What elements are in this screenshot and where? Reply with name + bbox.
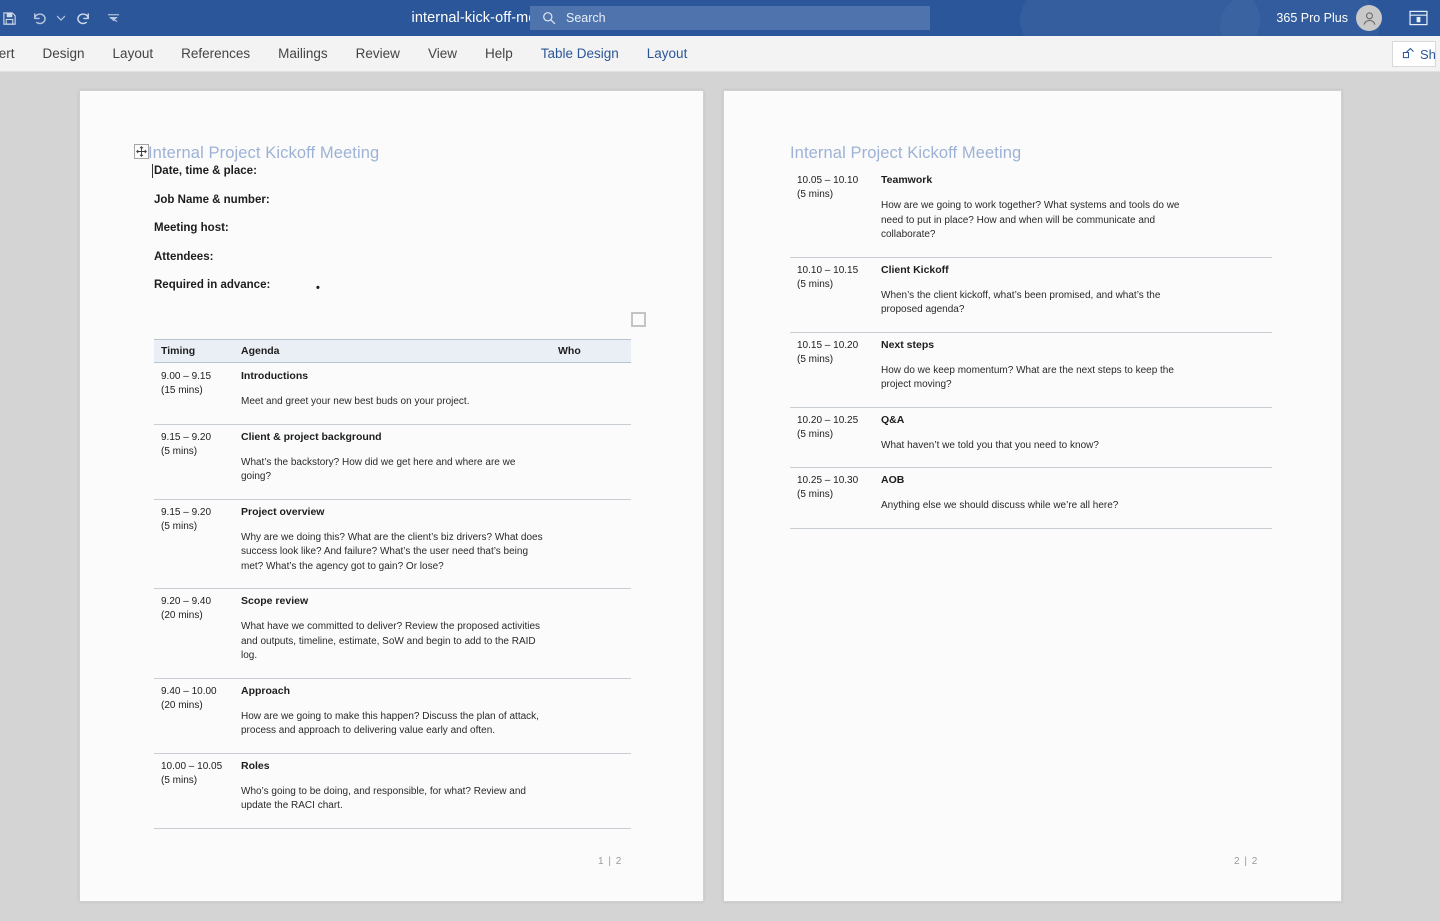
meta-field-meeting-host[interactable]: Meeting host: — [154, 222, 624, 251]
tab-design[interactable]: Design — [29, 36, 99, 72]
tab-review[interactable]: Review — [342, 36, 414, 72]
page-number-footer: 1 | 2 — [598, 856, 623, 867]
cell-agenda[interactable]: Teamwork How are we going to work togeth… — [874, 167, 1195, 258]
agenda-table-page-1[interactable]: Timing Agenda Who 9.00 – 9.15 (15 mins) … — [154, 339, 631, 829]
column-header-timing: Timing — [154, 339, 234, 363]
meeting-meta-fields: Date, time & place: Job Name & number: M… — [152, 164, 624, 308]
table-row[interactable]: 10.20 – 10.25 (5 mins) Q&A What haven’t … — [790, 407, 1272, 468]
cell-timing[interactable]: 10.05 – 10.10 (5 mins) — [790, 167, 874, 258]
column-header-agenda: Agenda — [234, 339, 554, 363]
table-row[interactable]: 10.25 – 10.30 (5 mins) AOB Anything else… — [790, 467, 1272, 529]
table-row[interactable]: 10.15 – 10.20 (5 mins) Next steps How do… — [790, 332, 1272, 408]
cell-agenda[interactable]: Introductions Meet and greet your new be… — [234, 362, 554, 425]
cell-who[interactable] — [1195, 467, 1272, 529]
cell-agenda[interactable]: Client Kickoff When’s the client kickoff… — [874, 257, 1195, 333]
customize-quick-access-icon[interactable] — [98, 4, 128, 32]
document-page-2[interactable]: Internal Project Kickoff Meeting 10.05 –… — [723, 90, 1342, 902]
cell-timing[interactable]: 9.15 – 9.20 (5 mins) — [154, 499, 234, 589]
bullet-marker: • — [316, 282, 320, 294]
table-move-handle-icon[interactable] — [134, 144, 149, 159]
agenda-table-page-2[interactable]: 10.05 – 10.10 (5 mins) Teamwork How are … — [790, 167, 1272, 529]
page-title: Internal Project Kickoff Meeting — [790, 144, 1022, 162]
share-button[interactable]: Share — [1392, 41, 1436, 67]
page-title: Internal Project Kickoff Meeting — [148, 144, 380, 162]
tab-layout[interactable]: Layout — [99, 36, 168, 72]
document-page-1[interactable]: Internal Project Kickoff Meeting Date, t… — [79, 90, 704, 902]
document-workspace[interactable]: Internal Project Kickoff Meeting Date, t… — [0, 72, 1440, 921]
cell-timing[interactable]: 10.10 – 10.15 (5 mins) — [790, 257, 874, 333]
cell-timing[interactable]: 9.15 – 9.20 (5 mins) — [154, 424, 234, 500]
tab-mailings[interactable]: Mailings — [264, 36, 342, 72]
table-row[interactable]: 9.00 – 9.15 (15 mins) Introductions Meet… — [154, 362, 631, 425]
cell-who[interactable] — [1195, 257, 1272, 333]
cell-agenda[interactable]: Project overview Why are we doing this? … — [234, 499, 554, 589]
share-label: Share — [1420, 46, 1436, 62]
ribbon-display-options-icon[interactable] — [1409, 0, 1428, 36]
cell-timing[interactable]: 9.20 – 9.40 (20 mins) — [154, 588, 234, 679]
cell-agenda[interactable]: Q&A What haven’t we told you that you ne… — [874, 407, 1195, 468]
cell-agenda[interactable]: Scope review What have we committed to d… — [234, 588, 554, 679]
cell-who[interactable] — [554, 424, 631, 500]
cell-who[interactable] — [554, 362, 631, 425]
cell-who[interactable] — [554, 678, 631, 754]
account-name: 365 Pro Plus — [1276, 11, 1348, 25]
meta-field-job-name-number[interactable]: Job Name & number: — [154, 194, 624, 223]
search-input[interactable]: Search — [566, 11, 606, 25]
redo-icon[interactable] — [68, 4, 98, 32]
table-row[interactable]: 9.20 – 9.40 (20 mins) Scope review What … — [154, 588, 631, 679]
text-cursor — [152, 164, 153, 178]
account-area[interactable]: 365 Pro Plus — [1276, 0, 1382, 36]
cell-timing[interactable]: 10.00 – 10.05 (5 mins) — [154, 753, 234, 829]
search-icon — [540, 9, 558, 27]
page-number-footer: 2 | 2 — [1234, 856, 1259, 867]
column-header-who: Who — [554, 339, 631, 363]
cell-timing[interactable]: 10.15 – 10.20 (5 mins) — [790, 332, 874, 408]
cell-who[interactable] — [554, 588, 631, 679]
cell-agenda[interactable]: Approach How are we going to make this h… — [234, 678, 554, 754]
cell-agenda[interactable]: Roles Who’s going to be doing, and respo… — [234, 753, 554, 829]
table-row[interactable]: 10.10 – 10.15 (5 mins) Client Kickoff Wh… — [790, 257, 1272, 333]
table-row[interactable]: 9.15 – 9.20 (5 mins) Client & project ba… — [154, 424, 631, 500]
share-icon — [1402, 47, 1415, 62]
quick-access-toolbar — [0, 4, 128, 32]
cell-who[interactable] — [554, 499, 631, 589]
title-bar: internal-kick-off-meeting-agenda (2) - W… — [0, 0, 1440, 36]
cell-who[interactable] — [1195, 167, 1272, 258]
tab-help[interactable]: Help — [471, 36, 527, 72]
cell-agenda[interactable]: Client & project background What’s the b… — [234, 424, 554, 500]
tab-references[interactable]: References — [167, 36, 264, 72]
cell-agenda[interactable]: AOB Anything else we should discuss whil… — [874, 467, 1195, 529]
tab-insert[interactable]: sert — [0, 36, 29, 72]
table-header-row: Timing Agenda Who — [154, 339, 631, 363]
undo-dropdown-icon[interactable] — [54, 4, 68, 32]
table-row[interactable]: 9.40 – 10.00 (20 mins) Approach How are … — [154, 678, 631, 754]
table-resize-handle-icon[interactable] — [631, 312, 646, 327]
cell-who[interactable] — [554, 753, 631, 829]
meta-field-attendees[interactable]: Attendees: — [154, 251, 624, 280]
undo-icon[interactable] — [24, 4, 54, 32]
search-box[interactable]: Search — [530, 6, 930, 30]
cell-who[interactable] — [1195, 407, 1272, 468]
meta-field-date-time-place[interactable]: Date, time & place: — [152, 164, 624, 194]
cell-timing[interactable]: 10.20 – 10.25 (5 mins) — [790, 407, 874, 468]
cell-agenda[interactable]: Next steps How do we keep momentum? What… — [874, 332, 1195, 408]
tab-table-design[interactable]: Table Design — [527, 36, 633, 72]
avatar[interactable] — [1356, 5, 1382, 31]
cell-timing[interactable]: 10.25 – 10.30 (5 mins) — [790, 467, 874, 529]
ribbon-tab-bar: sert Design Layout References Mailings R… — [0, 36, 1440, 72]
tab-view[interactable]: View — [414, 36, 471, 72]
cell-timing[interactable]: 9.40 – 10.00 (20 mins) — [154, 678, 234, 754]
cell-who[interactable] — [1195, 332, 1272, 408]
meta-field-required-in-advance[interactable]: Required in advance: • — [154, 279, 624, 308]
tab-table-layout[interactable]: Layout — [633, 36, 702, 72]
table-row[interactable]: 10.05 – 10.10 (5 mins) Teamwork How are … — [790, 167, 1272, 258]
cell-timing[interactable]: 9.00 – 9.15 (15 mins) — [154, 362, 234, 425]
table-row[interactable]: 10.00 – 10.05 (5 mins) Roles Who’s going… — [154, 753, 631, 829]
table-row[interactable]: 9.15 – 9.20 (5 mins) Project overview Wh… — [154, 499, 631, 589]
save-icon[interactable] — [0, 4, 24, 32]
